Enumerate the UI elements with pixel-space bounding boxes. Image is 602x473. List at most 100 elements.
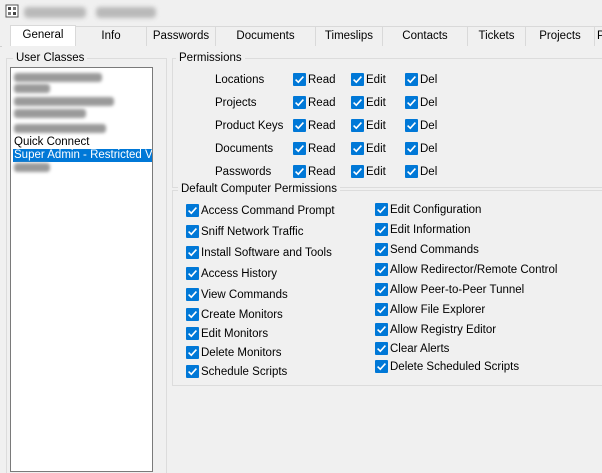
del-checkbox[interactable] [405, 165, 418, 178]
computer-permission-label: Delete Monitors [201, 347, 282, 359]
edit-label: Edit [366, 166, 386, 178]
computer-permission-label: Delete Scheduled Scripts [390, 361, 520, 373]
computer-permission-checkbox[interactable] [375, 223, 388, 236]
tab-general[interactable]: General [10, 25, 76, 47]
permission-row-label: Locations [215, 74, 265, 86]
edit-checkbox[interactable] [351, 96, 364, 109]
checkmark-icon [407, 145, 416, 153]
checkmark-icon [377, 326, 386, 334]
checkmark-icon [377, 246, 386, 254]
read-label: Read [308, 120, 336, 132]
tab-strip: General Info Passwords Documents Timesli… [0, 25, 602, 47]
checkmark-icon [407, 76, 416, 84]
computer-permission-checkbox[interactable] [186, 327, 199, 340]
blurred-item-text [14, 73, 102, 82]
computer-permission-checkbox[interactable] [186, 308, 199, 321]
computer-permission-label: Allow Peer-to-Peer Tunnel [390, 284, 525, 296]
tab-info[interactable]: Info [75, 26, 147, 46]
checkmark-icon [377, 286, 386, 294]
del-label: Del [420, 120, 438, 132]
checkmark-icon [377, 306, 386, 314]
computer-permission-label: Edit Monitors [201, 328, 269, 340]
computer-permission-label: View Commands [201, 289, 288, 301]
permissions-title: Permissions [176, 52, 245, 64]
edit-label: Edit [366, 74, 386, 86]
tab-projects[interactable]: Projects [525, 26, 595, 46]
computer-permission-label: Clear Alerts [390, 343, 450, 355]
checkmark-icon [377, 206, 386, 214]
blurred-title-2 [96, 7, 156, 18]
computer-permission-label: Allow File Explorer [390, 304, 486, 316]
computer-permission-checkbox[interactable] [186, 365, 199, 378]
checkmark-icon [295, 99, 304, 107]
tab-tickets[interactable]: Tickets [467, 26, 526, 46]
computer-permission-checkbox[interactable] [375, 263, 388, 276]
list-item[interactable] [14, 163, 50, 176]
checkmark-icon [188, 207, 197, 215]
computer-permission-checkbox[interactable] [375, 360, 388, 373]
permission-row-label: Projects [215, 97, 257, 109]
list-item[interactable] [14, 109, 86, 122]
tab-contacts[interactable]: Contacts [382, 26, 468, 46]
read-label: Read [308, 166, 336, 178]
computer-permission-label: Access History [201, 268, 278, 280]
computer-permission-checkbox[interactable] [375, 303, 388, 316]
computer-permission-checkbox[interactable] [375, 243, 388, 256]
read-label: Read [308, 97, 336, 109]
computer-permission-label: Send Commands [390, 244, 479, 256]
computer-permission-label: Allow Redirector/Remote Control [390, 264, 558, 276]
del-label: Del [420, 97, 438, 109]
edit-checkbox[interactable] [351, 119, 364, 132]
permission-row-label: Product Keys [215, 120, 284, 132]
computer-permission-checkbox[interactable] [186, 246, 199, 259]
blurred-item-text [14, 163, 50, 172]
checkmark-icon [188, 270, 197, 278]
checkmark-icon [407, 99, 416, 107]
list-item[interactable] [14, 84, 50, 97]
read-label: Read [308, 143, 336, 155]
checkmark-icon [377, 266, 386, 274]
computer-permission-checkbox[interactable] [375, 283, 388, 296]
edit-label: Edit [366, 120, 386, 132]
read-checkbox[interactable] [293, 73, 306, 86]
list-item-selected[interactable]: Super Admin - Restricted Ver [13, 149, 152, 162]
computer-permission-label: Allow Registry Editor [390, 324, 497, 336]
read-checkbox[interactable] [293, 165, 306, 178]
read-checkbox[interactable] [293, 96, 306, 109]
checkmark-icon [377, 363, 386, 371]
checkmark-icon [188, 291, 197, 299]
tab-overflow[interactable]: P [594, 26, 602, 46]
edit-checkbox[interactable] [351, 73, 364, 86]
computer-permission-checkbox[interactable] [186, 225, 199, 238]
computer-permission-checkbox[interactable] [375, 323, 388, 336]
del-checkbox[interactable] [405, 119, 418, 132]
checkmark-icon [353, 145, 362, 153]
tab-passwords[interactable]: Passwords [146, 26, 216, 46]
del-checkbox[interactable] [405, 142, 418, 155]
blurred-item-text [14, 84, 50, 93]
user-classes-list[interactable]: Quick Connect Super Admin - Restricted Ve… [10, 67, 153, 472]
edit-checkbox[interactable] [351, 142, 364, 155]
permission-row-label: Documents [215, 143, 274, 155]
computer-permission-checkbox[interactable] [186, 204, 199, 217]
computer-permission-checkbox[interactable] [186, 267, 199, 280]
computer-permission-checkbox[interactable] [186, 346, 199, 359]
checkmark-icon [295, 122, 304, 130]
computer-permission-checkbox[interactable] [186, 288, 199, 301]
checkmark-icon [188, 249, 197, 257]
computer-permission-checkbox[interactable] [375, 203, 388, 216]
del-checkbox[interactable] [405, 73, 418, 86]
blurred-item-text [14, 97, 114, 106]
del-checkbox[interactable] [405, 96, 418, 109]
computer-permission-checkbox[interactable] [375, 342, 388, 355]
computer-permission-label: Sniff Network Traffic [201, 226, 304, 238]
app-icon [5, 4, 19, 18]
blurred-title [24, 7, 86, 18]
tab-documents[interactable]: Documents [215, 26, 316, 46]
tab-timeslips[interactable]: Timeslips [315, 26, 383, 46]
read-checkbox[interactable] [293, 119, 306, 132]
edit-checkbox[interactable] [351, 165, 364, 178]
list-item[interactable]: Quick Connect [14, 136, 89, 149]
title-bar [0, 0, 602, 24]
read-checkbox[interactable] [293, 142, 306, 155]
